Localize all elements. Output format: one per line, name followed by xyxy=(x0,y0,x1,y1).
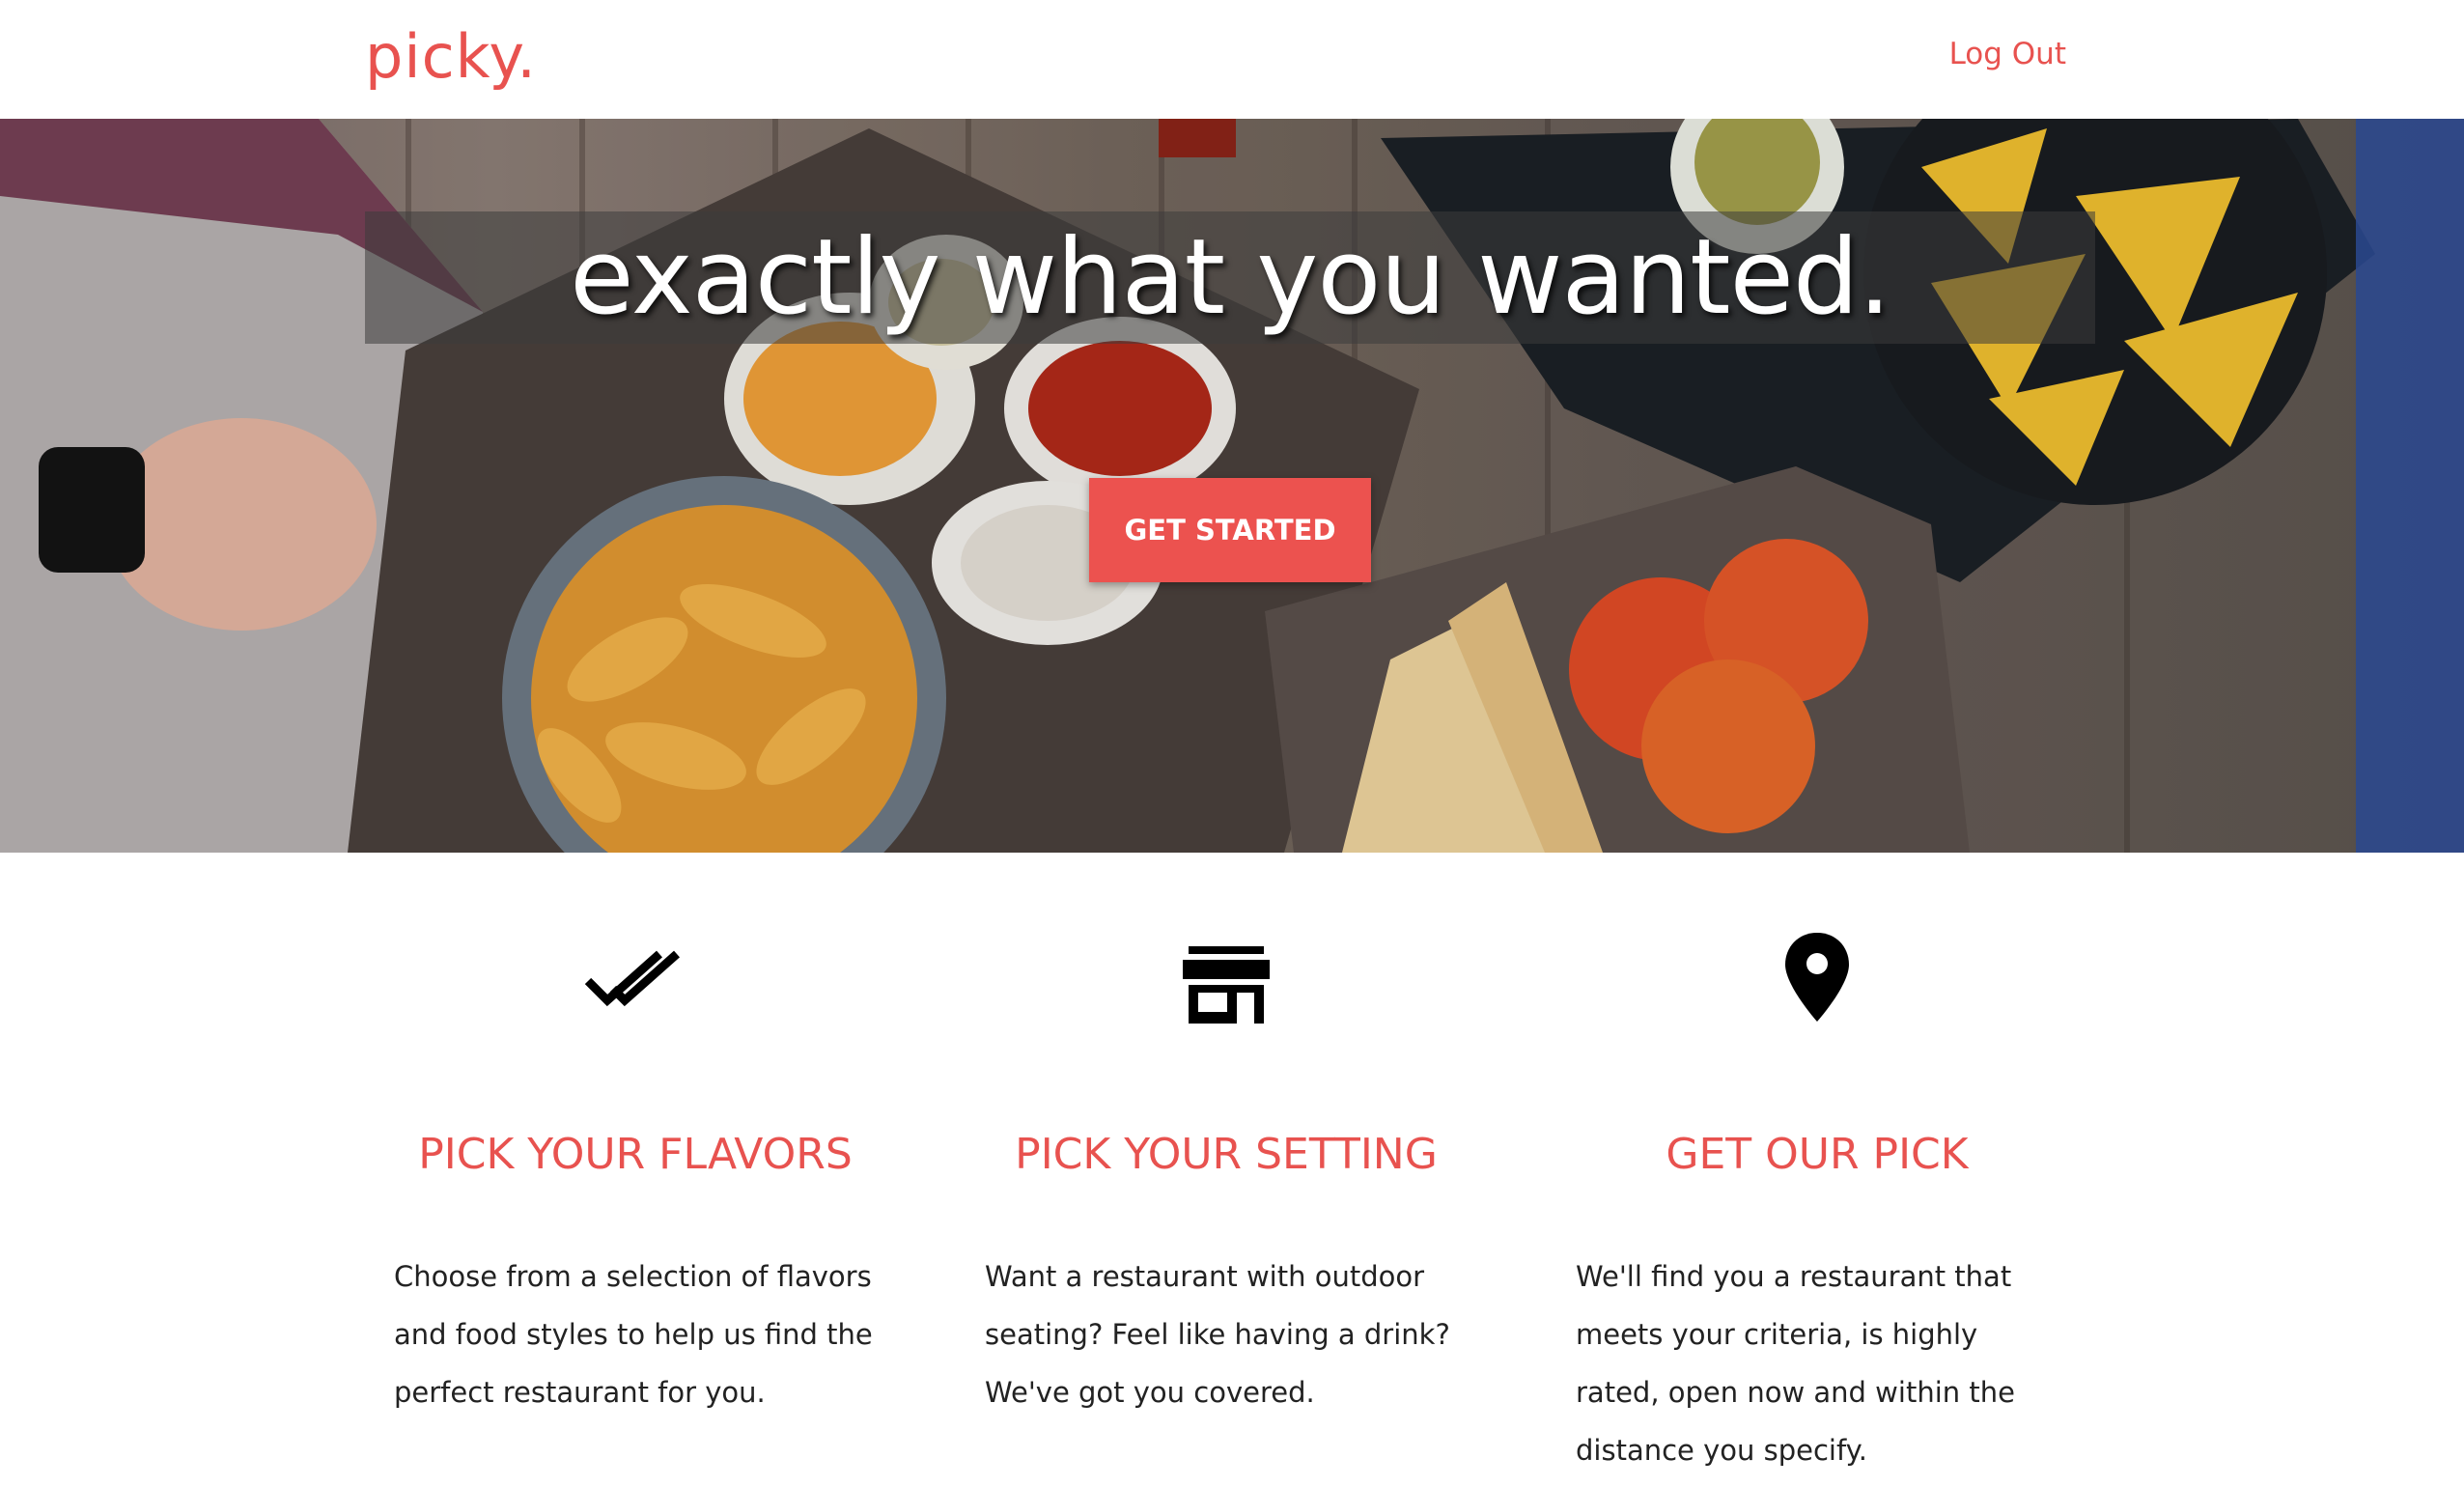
get-started-button[interactable]: GET STARTED xyxy=(1089,478,1371,582)
hero-title: exactly what you wanted. xyxy=(570,217,1891,338)
feature-description: Want a restaurant with outdoor seating? … xyxy=(985,1260,1450,1409)
map-pin-icon xyxy=(1547,927,2087,1033)
feature-title: PICK YOUR FLAVORS xyxy=(418,1130,853,1179)
feature-description: Choose from a selection of flavors and f… xyxy=(394,1260,873,1409)
hero-section: exactly what you wanted. GET STARTED xyxy=(0,119,2464,853)
feature-title: PICK YOUR SETTING xyxy=(1015,1130,1438,1179)
brand-logo[interactable]: picky. xyxy=(365,21,537,92)
double-check-icon xyxy=(365,927,906,1033)
storefront-icon xyxy=(956,927,1497,1033)
logout-link[interactable]: Log Out xyxy=(1949,37,2066,71)
feature-description: We'll find you a restaurant that meets y… xyxy=(1576,1260,2015,1467)
feature-title: GET OUR PICK xyxy=(1666,1130,1969,1179)
top-navbar: picky. Log Out xyxy=(0,0,2464,119)
